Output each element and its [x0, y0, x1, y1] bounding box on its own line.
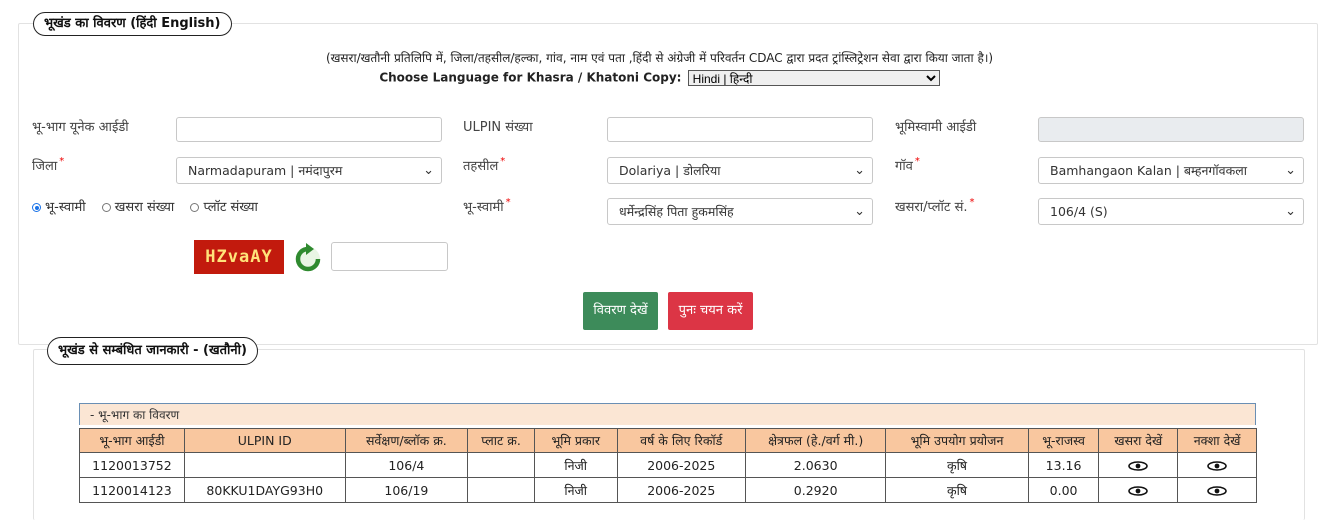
khasra-value: 106/4 (S) [1050, 204, 1108, 219]
eye-icon[interactable] [1207, 486, 1227, 496]
village-select[interactable]: Bamhangaon Kalan | बम्हनगॉवकला ⌄ [1038, 157, 1304, 184]
khasra-label-text: खसरा/प्लॉट सं. [895, 200, 968, 215]
owner-label-text: भू-स्वामी [463, 200, 504, 215]
radio-plot-label: प्लॉट संख्या [203, 200, 258, 215]
table-header-row: भू-भाग आईडी ULPIN ID सर्वेक्षण/ब्लॉक क्र… [79, 428, 1257, 453]
col-view-khasra: खसरा देखें [1098, 428, 1179, 453]
radio-unchecked-icon [101, 203, 111, 212]
col-view-map: नक्शा देखें [1177, 428, 1257, 453]
district-label-text: जिला [32, 159, 58, 174]
khatauni-legend: भूखंड से सम्बंधित जानकारी - (खतौनी) [47, 337, 258, 365]
owner-label: भू-स्वामी * [463, 197, 511, 215]
col-plot-no: प्लाट क्र. [467, 428, 535, 453]
col-survey-no: सर्वेक्षण/ब्लॉक क्र. [344, 428, 469, 453]
ulpin-input[interactable] [607, 117, 873, 142]
khasra-label: खसरा/प्लॉट सं. * [895, 197, 975, 215]
tehsil-label: तहसील * [463, 156, 505, 174]
khasra-select[interactable]: 106/4 (S) ⌄ [1038, 198, 1304, 225]
cell-land-type: निजी [533, 477, 618, 503]
eye-icon[interactable] [1207, 461, 1227, 471]
cell-record-year: 2006-2025 [616, 452, 746, 478]
col-ulpin-id: ULPIN ID [183, 428, 346, 453]
cell-revenue: 13.16 [1027, 452, 1100, 478]
cell-view-khasra [1098, 477, 1179, 503]
refresh-captcha-icon[interactable] [292, 242, 324, 274]
language-label: Choose Language for Khasra / Khatoni Cop… [379, 70, 682, 85]
transliteration-note: (खसरा/खतौनी प्रतिलिपि में, जिला/तहसील/हल… [325, 51, 994, 65]
unique-id-label: भू-भाग यूनेक आईडी [32, 120, 129, 135]
eye-icon[interactable] [1128, 486, 1149, 496]
col-land-id: भू-भाग आईडी [79, 428, 185, 453]
language-select[interactable]: Hindi | हिन्दी [687, 70, 940, 86]
radio-khasra-label: खसरा संख्या [114, 200, 175, 215]
cell-survey-no: 106/19 [344, 477, 469, 503]
cell-land-use: कृषि [885, 477, 1029, 503]
owner-select[interactable]: धर्मेन्द्रसिंह पिता हुकमसिंह ⌄ [607, 198, 873, 225]
table-row: 1120013752 106/4 निजी 2006-2025 2.0630 क… [79, 452, 1257, 478]
col-revenue: भू-राजस्व [1027, 428, 1100, 453]
cell-plot-no [467, 452, 535, 478]
language-row: Choose Language for Khasra / Khatoni Cop… [0, 70, 1319, 86]
chevron-down-icon: ⌄ [1285, 163, 1296, 178]
chevron-down-icon: ⌄ [1285, 204, 1296, 219]
cell-revenue: 0.00 [1027, 477, 1100, 503]
cell-area: 2.0630 [744, 452, 887, 478]
ulpin-label: ULPIN संख्या [463, 120, 533, 135]
table-row: 1120014123 80KKU1DAYG93H0 106/19 निजी 20… [79, 477, 1257, 503]
table-caption: - भू-भाग का विवरण [79, 403, 1256, 425]
radio-unchecked-icon [190, 203, 200, 212]
cell-ulpin-id [183, 452, 346, 478]
chevron-down-icon: ⌄ [854, 163, 865, 178]
col-land-use: भूमि उपयोग प्रयोजन [885, 428, 1029, 453]
chevron-down-icon: ⌄ [854, 204, 865, 219]
plot-details-legend: भूखंड का विवरण (हिंदी English) [33, 12, 232, 36]
cell-view-khasra [1098, 452, 1179, 478]
tehsil-label-text: तहसील [463, 159, 499, 174]
cell-area: 0.2920 [744, 477, 887, 503]
cell-plot-no [467, 477, 535, 503]
radio-owner-label: भू-स्वामी [45, 200, 86, 215]
cell-view-map [1177, 452, 1257, 478]
land-details-table: भू-भाग आईडी ULPIN ID सर्वेक्षण/ब्लॉक क्र… [79, 428, 1257, 503]
radio-khasra[interactable]: खसरा संख्या [101, 197, 175, 215]
district-value: Narmadapuram | नमंदापुरम [188, 163, 343, 178]
search-type-radios: भू-स्वामी खसरा संख्या प्लॉट संख्या [32, 197, 270, 215]
captcha-input[interactable] [331, 242, 448, 271]
cell-land-type: निजी [533, 452, 618, 478]
tehsil-select[interactable]: Dolariya | डोलरिया ⌄ [607, 157, 873, 184]
eye-icon[interactable] [1128, 461, 1149, 471]
cell-view-map [1177, 477, 1257, 503]
district-label: जिला * [32, 156, 64, 174]
required-mark: * [505, 197, 511, 208]
unique-id-input[interactable] [176, 117, 442, 142]
required-mark: * [914, 156, 920, 167]
radio-checked-icon [32, 203, 41, 212]
required-mark: * [500, 156, 506, 167]
cell-record-year: 2006-2025 [616, 477, 746, 503]
cell-survey-no: 106/4 [344, 452, 469, 478]
owner-id-input [1038, 117, 1304, 142]
district-select[interactable]: Narmadapuram | नमंदापुरम ⌄ [176, 157, 442, 184]
tehsil-value: Dolariya | डोलरिया [619, 163, 721, 178]
cell-ulpin-id: 80KKU1DAYG93H0 [183, 477, 346, 503]
village-value: Bamhangaon Kalan | बम्हनगॉवकला [1050, 163, 1247, 178]
radio-plot[interactable]: प्लॉट संख्या [190, 197, 258, 215]
captcha-image: HZvaAY [194, 240, 284, 274]
required-mark: * [969, 197, 975, 208]
chevron-down-icon: ⌄ [423, 163, 434, 178]
owner-value: धर्मेन्द्रसिंह पिता हुकमसिंह [619, 204, 734, 219]
view-details-button[interactable]: विवरण देखें [583, 292, 658, 330]
owner-id-label: भूमिस्वामी आईडी [895, 120, 977, 135]
col-land-type: भूमि प्रकार [533, 428, 618, 453]
village-label: गॉव * [895, 156, 920, 174]
cell-land-id: 1120013752 [79, 452, 185, 478]
reset-button[interactable]: पुनः चयन करें [668, 292, 753, 330]
required-mark: * [59, 156, 65, 167]
col-record-year: वर्ष के लिए रिकॉर्ड [616, 428, 746, 453]
cell-land-id: 1120014123 [79, 477, 185, 503]
radio-owner[interactable]: भू-स्वामी [32, 197, 86, 215]
col-area: क्षेत्रफल (हे./वर्ग मी.) [744, 428, 887, 453]
cell-land-use: कृषि [885, 452, 1029, 478]
village-label-text: गॉव [895, 159, 913, 174]
